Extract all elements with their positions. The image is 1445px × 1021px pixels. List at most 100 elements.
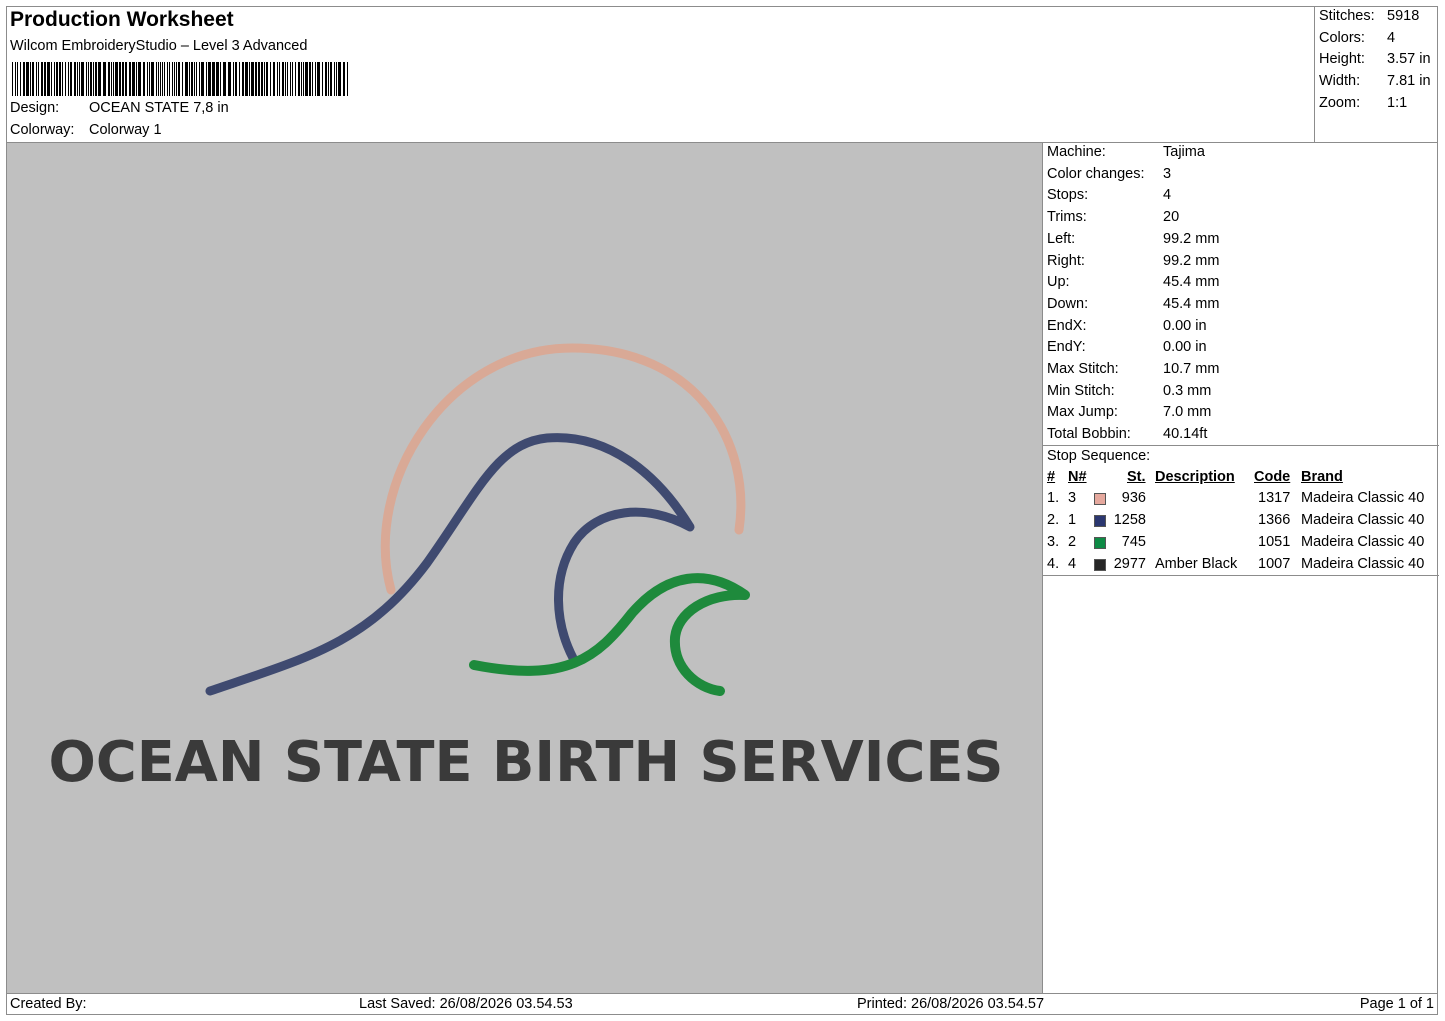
barcode-bar [44, 62, 46, 96]
machine-info-label: Min Stitch: [1047, 382, 1115, 399]
barcode-bar [169, 62, 170, 96]
col-header-num: # [1047, 469, 1056, 485]
stop-stitches: 936 [1121, 490, 1146, 506]
design-text: OCEAN STATE BIRTH SERVICES [49, 730, 1004, 795]
barcode-bar [325, 62, 327, 96]
barcode-bar [279, 62, 280, 96]
barcode-bar [182, 62, 183, 96]
stop-num: 3. [1047, 534, 1060, 550]
stitches-value: 5918 [1387, 8, 1420, 24]
barcode-bar [285, 62, 286, 96]
machine-info-value: 0.3 mm [1163, 382, 1212, 399]
barcode-bar [88, 62, 89, 96]
barcode-bar [212, 62, 215, 96]
barcode-bar [277, 62, 278, 96]
barcode-bar [266, 62, 268, 96]
barcode-bar [59, 62, 61, 96]
stop-code: 1051 [1258, 534, 1291, 550]
barcode-bar [15, 62, 16, 96]
stop-stitches: 1258 [1113, 512, 1146, 528]
machine-info-label: Color changes: [1047, 165, 1145, 182]
barcode-bar [233, 62, 234, 96]
col-header-code: Code [1254, 469, 1291, 485]
divider [1043, 445, 1439, 446]
barcode-bar [309, 62, 311, 96]
stop-stitches: 745 [1121, 534, 1146, 550]
col-header-needle: N# [1068, 469, 1087, 485]
stop-needle: 2 [1068, 534, 1077, 550]
barcode-bar [305, 62, 308, 96]
barcode-bar [290, 62, 291, 96]
barcode-bar [47, 62, 50, 96]
barcode-bar [251, 62, 254, 96]
design-value: OCEAN STATE 7,8 in [89, 100, 229, 116]
width-label: Width: [1319, 73, 1361, 89]
machine-info-row: EndX: 0.00 in [1047, 318, 1207, 334]
barcode-bar [167, 62, 168, 96]
barcode-bar [156, 62, 157, 96]
barcode-bar [51, 62, 52, 96]
barcode-bar [17, 62, 18, 96]
stop-needle: 1 [1068, 512, 1077, 528]
width-value: 7.81 in [1387, 73, 1431, 89]
stitches-label: Stitches: [1319, 8, 1375, 24]
barcode-bar [103, 62, 106, 96]
barcode-bar [223, 62, 226, 96]
machine-info-row: Up: 45.4 mm [1047, 274, 1219, 290]
barcode-bar [20, 62, 21, 96]
barcode-bar [32, 62, 34, 96]
machine-info-value: 45.4 mm [1163, 295, 1220, 312]
barcode-bar [347, 62, 348, 96]
colorway-label: Colorway: [10, 122, 75, 138]
design-row: Design: OCEAN STATE 7,8 in [10, 100, 229, 116]
machine-info-value: 45.4 mm [1163, 274, 1220, 291]
barcode-bar [74, 62, 76, 96]
barcode-bar [206, 62, 207, 96]
barcode-bar [138, 62, 141, 96]
barcode-bar [136, 62, 137, 96]
barcode-bar [228, 62, 231, 96]
barcode-bar [220, 62, 221, 96]
machine-info-row: Trims: 20 [1047, 209, 1179, 225]
barcode-bar [270, 62, 271, 96]
barcode-bar [322, 62, 323, 96]
barcode-bar [41, 62, 43, 96]
design-preview: OCEAN STATE BIRTH SERVICES [7, 143, 1042, 993]
stop-num: 2. [1047, 512, 1060, 528]
barcode-bar [301, 62, 302, 96]
stop-num: 1. [1047, 490, 1060, 506]
thread-color-swatch [1094, 515, 1106, 527]
barcode-bar [336, 62, 337, 96]
barcode-bar [189, 62, 190, 96]
barcode-bar [56, 62, 58, 96]
barcode-bar [158, 62, 159, 96]
barcode-bar [245, 62, 248, 96]
barcode-bar [317, 62, 320, 96]
machine-info-label: Machine: [1047, 144, 1106, 160]
barcode-bar [111, 62, 112, 96]
barcode-bar [338, 62, 341, 96]
barcode-bar [132, 62, 135, 96]
thread-color-swatch [1094, 493, 1106, 505]
divider [1043, 575, 1439, 576]
machine-info-value: 99.2 mm [1163, 252, 1220, 269]
embroidery-design: OCEAN STATE BIRTH SERVICES [49, 343, 1004, 795]
barcode-bar [315, 62, 316, 96]
machine-info-label: EndY: [1047, 339, 1086, 356]
machine-info-row: Right: 99.2 mm [1047, 253, 1219, 269]
barcode-bar [255, 62, 257, 96]
machine-info-label: Total Bobbin: [1047, 426, 1131, 443]
colors-stat: Colors: 4 [1319, 30, 1395, 46]
machine-info-label: EndX: [1047, 317, 1087, 334]
stitches-stat: Stitches: 5918 [1319, 8, 1419, 24]
barcode-bar [176, 62, 177, 96]
machine-info-value: Tajima [1163, 144, 1205, 160]
printed-date: Printed: 26/08/2026 03.54.57 [857, 996, 1045, 1012]
barcode-bar [239, 62, 240, 96]
barcode-bar [115, 62, 118, 96]
machine-info-row: EndY: 0.00 in [1047, 339, 1207, 355]
height-value: 3.57 in [1387, 51, 1431, 67]
barcode-bar [93, 62, 94, 96]
col-header-stitches: St. [1127, 469, 1146, 485]
stop-brand: Madeira Classic 40 [1301, 490, 1425, 506]
